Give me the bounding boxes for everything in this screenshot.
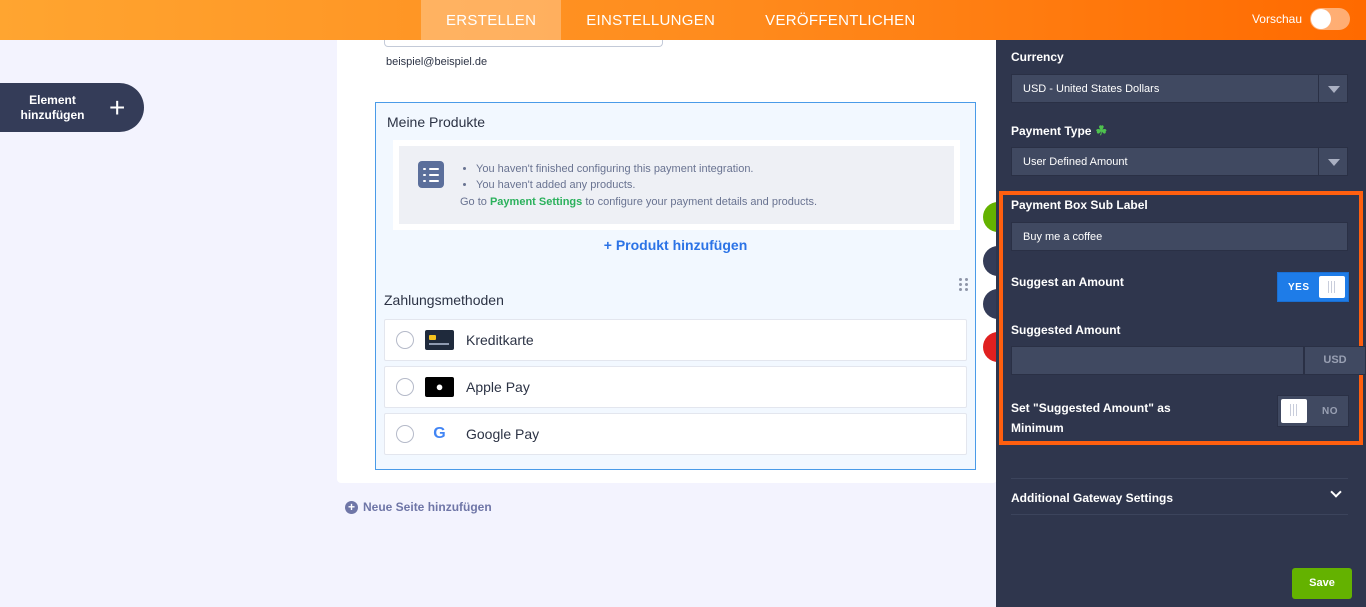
preview-label: Vorschau [1251,12,1302,26]
checklist-icon [418,161,444,188]
add-page-button[interactable]: + Neue Seite hinzufügen [345,500,492,514]
products-title: Meine Produkte [387,114,486,130]
toggle-knob [1281,399,1307,423]
add-element-button[interactable]: Element hinzufügen + [0,83,144,132]
top-bar: ERSTELLEN EINSTELLUNGEN VERÖFFENTLICHEN … [0,0,1366,40]
notice-item: You haven't finished configuring this pa… [476,161,754,177]
add-product-button[interactable]: + Produkt hinzufügen [376,237,975,253]
add-page-label: Neue Seite hinzufügen [363,500,492,514]
plus-icon: + [109,91,126,123]
notice-item: You haven't added any products. [476,177,754,193]
payment-type-value: User Defined Amount [1023,156,1128,168]
suggested-amount-label: Suggested Amount [1011,323,1121,337]
currency-value: USD - United States Dollars [1023,83,1160,95]
payment-settings-panel: Currency USD - United States Dollars Pay… [996,40,1366,607]
sub-label-input[interactable]: Buy me a coffee [1011,222,1348,251]
top-nav: ERSTELLEN EINSTELLUNGEN VERÖFFENTLICHEN [421,0,941,40]
tab-einstellungen[interactable]: EINSTELLUNGEN [561,0,740,40]
radio-button[interactable] [396,425,414,443]
payment-method-name: Apple Pay [466,379,530,395]
payment-method-name: Kreditkarte [466,332,534,348]
preview-toggle[interactable] [1310,8,1350,30]
radio-button[interactable] [396,331,414,349]
suggested-amount-input[interactable] [1011,346,1304,375]
payment-method-row[interactable]: G Google Pay [384,413,967,455]
add-element-label: Element hinzufügen [20,92,85,122]
gateway-settings-accordion[interactable]: Additional Gateway Settings [1011,478,1348,515]
chevron-down-icon [1330,486,1342,498]
notice-list: You haven't finished configuring this pa… [462,161,754,193]
payment-type-select[interactable]: User Defined Amount [1011,147,1348,176]
tab-veroeffentlichen[interactable]: VERÖFFENTLICHEN [740,0,940,40]
currency-label: Currency [1011,50,1064,64]
credit-card-icon [425,330,454,350]
payment-type-label: Payment Type [1011,124,1092,138]
notice-goto: Go to Payment Settings to configure your… [460,196,817,208]
gateway-label: Additional Gateway Settings [1011,491,1174,505]
payment-methods-title: Zahlungsmethoden [384,292,504,308]
email-sublabel: beispiel@beispiel.de [386,56,488,68]
toggle-text: YES [1288,282,1310,293]
payment-method-name: Google Pay [466,426,540,442]
chevron-down-icon [1318,148,1347,175]
suggest-amount-label: Suggest an Amount [1011,275,1124,289]
tab-erstellen[interactable]: ERSTELLEN [421,0,562,40]
save-button[interactable]: Save [1292,568,1352,599]
payment-method-row[interactable]: ● Apple Pay [384,366,967,408]
goto-prefix: Go to [460,196,487,208]
preview-control: Vorschau [1252,8,1350,30]
drag-handle-icon[interactable] [959,278,969,292]
google-icon: G [433,425,446,442]
suggest-amount-toggle[interactable]: YES [1277,272,1349,302]
radio-button[interactable] [396,378,414,396]
payment-method-row[interactable]: Kreditkarte [384,319,967,361]
product-list-field[interactable]: Meine Produkte You haven't finished conf… [375,102,976,470]
email-field[interactable] [384,40,663,47]
toggle-knob [1319,276,1345,298]
apple-icon: ● [425,377,454,397]
currency-unit: USD [1304,346,1366,375]
sub-label-value: Buy me a coffee [1023,231,1103,243]
toggle-text: NO [1322,406,1338,417]
plus-circle-icon: + [345,500,358,514]
set-minimum-toggle[interactable]: NO [1277,395,1349,427]
form-canvas: beispiel@beispiel.de Meine Produkte You … [337,40,997,483]
goto-suffix: to configure your payment details and pr… [585,196,818,208]
config-notice: You haven't finished configuring this pa… [393,140,960,230]
payment-type-label-row: Payment Type ☘ [1011,123,1107,139]
sub-label-label: Payment Box Sub Label [1011,198,1148,212]
chevron-down-icon [1318,75,1347,102]
currency-select[interactable]: USD - United States Dollars [1011,74,1348,103]
set-minimum-label: Set "Suggested Amount" as Minimum [1011,401,1171,435]
payment-settings-link[interactable]: Payment Settings [490,196,582,208]
clover-icon: ☘ [1095,123,1108,138]
toggle-knob [1311,9,1331,29]
